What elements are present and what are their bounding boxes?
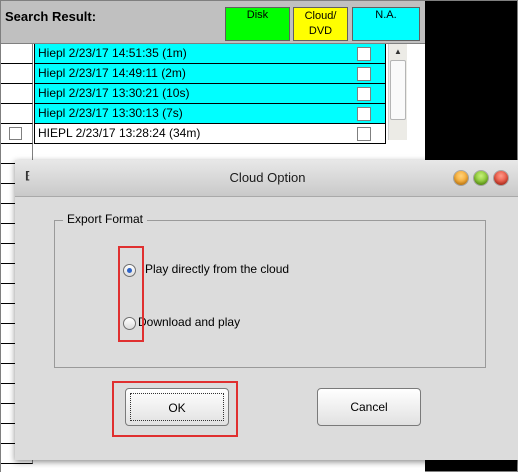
legend-disk: Disk bbox=[225, 7, 290, 41]
dialog-title: Cloud Option bbox=[229, 170, 306, 185]
legend-na-label: N.A. bbox=[375, 9, 397, 21]
row-gutter bbox=[1, 64, 33, 84]
radio-annotation-box bbox=[118, 246, 144, 342]
row-checkbox[interactable] bbox=[357, 127, 371, 141]
result-row[interactable]: Hiepl 2/23/17 13:30:13 (7s) bbox=[34, 104, 386, 124]
search-result-title: Search Result: bbox=[5, 9, 97, 24]
row-checkbox[interactable] bbox=[357, 107, 371, 121]
legend-cloud-label-line1: Cloud/ bbox=[304, 10, 337, 22]
cancel-button-label: Cancel bbox=[350, 400, 388, 414]
close-button-icon[interactable] bbox=[494, 171, 508, 185]
row-left-checkbox[interactable] bbox=[9, 127, 22, 140]
row-checkbox[interactable] bbox=[357, 47, 371, 61]
result-row[interactable]: Hiepl 2/23/17 13:30:21 (10s) bbox=[34, 84, 386, 104]
result-row-label: Hiepl 2/23/17 14:49:11 (2m) bbox=[38, 66, 186, 80]
legend-cloud-label-line2: DVD bbox=[308, 25, 333, 37]
row-gutter bbox=[1, 44, 33, 64]
play-from-cloud-label[interactable]: Play directly from the cloud bbox=[145, 262, 289, 276]
result-row[interactable]: Hiepl 2/23/17 14:49:11 (2m) bbox=[34, 64, 386, 84]
scroll-up-arrow-icon[interactable]: ▲ bbox=[389, 44, 407, 60]
row-gutter bbox=[1, 104, 33, 124]
result-row-label: Hiepl 2/23/17 13:30:13 (7s) bbox=[38, 106, 183, 120]
cloud-option-dialog: ⁅ Cloud Option Export Format Play direct… bbox=[15, 160, 518, 460]
minimize-button-icon[interactable] bbox=[454, 171, 468, 185]
maximize-button-icon[interactable] bbox=[474, 171, 488, 185]
ok-annotation-box bbox=[112, 381, 238, 437]
result-row[interactable]: Hiepl 2/23/17 14:51:35 (1m) bbox=[34, 44, 386, 64]
dialog-titlebar[interactable]: ⁅ Cloud Option bbox=[15, 160, 518, 197]
legend-na: N.A. bbox=[352, 7, 420, 41]
result-row-label: Hiepl 2/23/17 14:51:35 (1m) bbox=[38, 46, 187, 60]
scroll-thumb[interactable] bbox=[390, 60, 406, 120]
export-format-label: Export Format bbox=[63, 212, 148, 226]
row-checkbox[interactable] bbox=[357, 87, 371, 101]
result-row-label: HIEPL 2/23/17 13:28:24 (34m) bbox=[38, 126, 201, 140]
result-row-label: Hiepl 2/23/17 13:30:21 (10s) bbox=[38, 86, 190, 100]
cancel-button[interactable]: Cancel bbox=[317, 388, 421, 426]
legend-disk-label: Disk bbox=[246, 9, 269, 21]
download-and-play-label[interactable]: Download and play bbox=[138, 315, 240, 329]
legend-cloud-dvd: Cloud/ DVD bbox=[293, 7, 348, 41]
row-gutter bbox=[1, 84, 33, 104]
vertical-scrollbar[interactable]: ▲ bbox=[388, 44, 407, 140]
row-checkbox[interactable] bbox=[357, 67, 371, 81]
search-result-header: Search Result: Disk Cloud/ DVD N.A. bbox=[1, 1, 425, 44]
result-row[interactable]: HIEPL 2/23/17 13:28:24 (34m) bbox=[34, 124, 386, 144]
